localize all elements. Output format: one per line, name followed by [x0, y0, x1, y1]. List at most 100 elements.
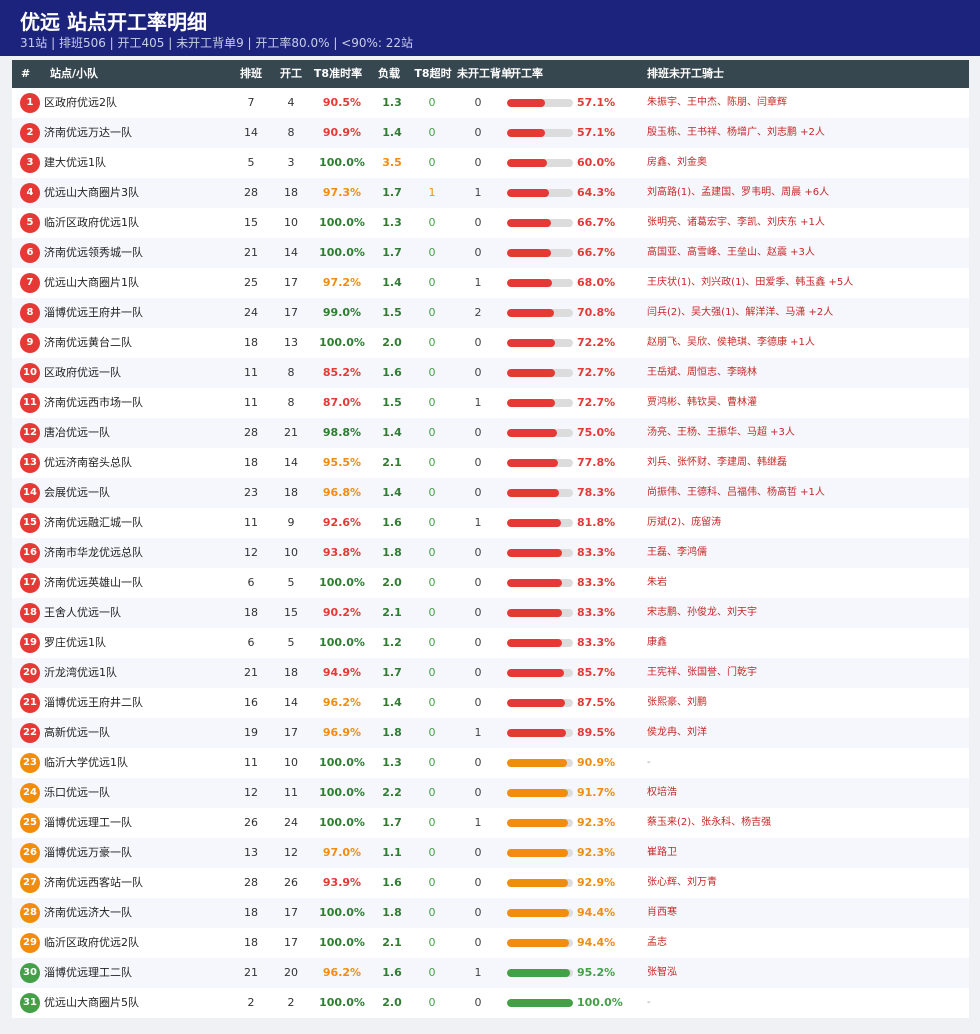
- rate-progress-bar: [507, 159, 573, 167]
- station-name[interactable]: 济南优远英雄山一队: [44, 568, 143, 598]
- start-count: 14: [284, 246, 298, 259]
- start-rate-text: 57.1%: [577, 126, 616, 139]
- t8-ontime-rate: 100.0%: [319, 246, 365, 259]
- station-name[interactable]: 临沂区政府优远1队: [44, 208, 139, 238]
- page-header: 优远 站点开工率明细 31站 | 排班506 | 开工405 | 未开工背单9 …: [0, 0, 980, 56]
- shift-count: 6: [247, 636, 255, 649]
- station-name[interactable]: 优远济南窑头总队: [44, 448, 132, 478]
- rank-badge: 20: [20, 663, 40, 683]
- load-value: 1.4: [382, 126, 402, 139]
- station-name[interactable]: 淄博优远理工二队: [44, 958, 132, 988]
- shift-count: 23: [244, 486, 258, 499]
- station-name[interactable]: 济南优远融汇城一队: [44, 508, 143, 538]
- station-name[interactable]: 淄博优远王府井一队: [44, 298, 143, 328]
- station-name[interactable]: 罗庄优远1队: [44, 628, 106, 658]
- rate-progress-bar: [507, 579, 573, 587]
- t8-ontime-rate: 96.2%: [322, 696, 362, 709]
- station-name[interactable]: 优远山大商圈片5队: [44, 988, 139, 1018]
- shift-count: 21: [244, 966, 258, 979]
- rank-badge: 1: [20, 93, 40, 113]
- t8-overtime-count: 0: [428, 636, 436, 649]
- station-name[interactable]: 王舍人优远一队: [44, 598, 121, 628]
- station-name[interactable]: 建大优远1队: [44, 148, 106, 178]
- load-value: 2.0: [382, 336, 402, 349]
- unstarted-riders: 崔路卫: [647, 847, 677, 858]
- unstarted-riders: 肖西寒: [647, 907, 677, 918]
- start-rate-text: 72.2%: [577, 336, 616, 349]
- station-name[interactable]: 区政府优远一队: [44, 358, 121, 388]
- load-value: 1.7: [382, 186, 402, 199]
- station-name[interactable]: 会展优远一队: [44, 478, 110, 508]
- rate-progress-fill: [507, 99, 545, 107]
- station-name[interactable]: 泺口优远一队: [44, 778, 110, 808]
- shift-count: 28: [244, 186, 258, 199]
- not-started-count: 0: [474, 246, 482, 259]
- col-t8over-header: T8超时: [414, 67, 452, 80]
- rank-badge: 13: [20, 453, 40, 473]
- t8-overtime-count: 0: [428, 306, 436, 319]
- shift-count: 7: [247, 96, 255, 109]
- station-name[interactable]: 区政府优远2队: [44, 88, 117, 118]
- rate-progress-fill: [507, 669, 564, 677]
- not-started-count: 1: [474, 816, 482, 829]
- shift-count: 25: [244, 276, 258, 289]
- rate-progress-fill: [507, 939, 570, 947]
- t8-overtime-count: 0: [428, 276, 436, 289]
- station-name[interactable]: 临沂区政府优远2队: [44, 928, 139, 958]
- station-name[interactable]: 唐冶优远一队: [44, 418, 110, 448]
- station-name[interactable]: 济南优远西客站一队: [44, 868, 143, 898]
- station-name[interactable]: 沂龙湾优远1队: [44, 658, 117, 688]
- station-name[interactable]: 济南优远黄台二队: [44, 328, 132, 358]
- load-value: 3.5: [382, 156, 402, 169]
- unstarted-riders: 蔡玉来(2)、张永科、杨吉强: [647, 817, 772, 828]
- rate-progress-bar: [507, 519, 573, 527]
- col-start-header: 开工: [280, 67, 302, 80]
- start-rate-text: 75.0%: [577, 426, 616, 439]
- start-count: 17: [284, 306, 298, 319]
- rate-progress-fill: [507, 819, 568, 827]
- not-started-count: 0: [474, 936, 482, 949]
- rate-progress-fill: [507, 879, 569, 887]
- rate-progress-bar: [507, 849, 573, 857]
- not-started-count: 0: [474, 546, 482, 559]
- rate-progress-bar: [507, 399, 573, 407]
- start-rate-text: 91.7%: [577, 786, 616, 799]
- rate-progress-fill: [507, 969, 570, 977]
- station-name[interactable]: 济南优远西市场一队: [44, 388, 143, 418]
- load-value: 2.1: [382, 936, 402, 949]
- station-name[interactable]: 淄博优远万豪一队: [44, 838, 132, 868]
- table-row: 13 优远济南窑头总队 18 14 95.5% 2.1 0 0 77.8% 刘兵、张怀财、李建周、…: [12, 448, 969, 478]
- rank-badge: 24: [20, 783, 40, 803]
- not-started-count: 0: [474, 636, 482, 649]
- start-rate-text: 57.1%: [577, 96, 616, 109]
- t8-ontime-rate: 100.0%: [319, 756, 365, 769]
- station-name[interactable]: 济南优远济大一队: [44, 898, 132, 928]
- station-name[interactable]: 淄博优远王府井二队: [44, 688, 143, 718]
- start-count: 5: [287, 636, 295, 649]
- station-name[interactable]: 优远山大商圈片3队: [44, 178, 139, 208]
- table-row: 28 济南优远济大一队 18 17 100.0% 1.8 0 0 94.4% 肖西寒: [12, 898, 969, 928]
- shift-count: 18: [244, 456, 258, 469]
- station-table: # 站点/小队 排班 开工 T8准时率 负载 T8超时 未开工背单 开工率 排班…: [12, 60, 969, 1018]
- station-name[interactable]: 淄博优远理工一队: [44, 808, 132, 838]
- start-rate-text: 83.3%: [577, 546, 616, 559]
- table-row: 15 济南优远融汇城一队 11 9 92.6% 1.6 0 1 81.8% 厉斌(2)、庞留涛: [12, 508, 969, 538]
- station-name[interactable]: 高新优远一队: [44, 718, 110, 748]
- t8-overtime-count: 0: [428, 516, 436, 529]
- station-name[interactable]: 济南优远领秀城一队: [44, 238, 143, 268]
- station-name[interactable]: 临沂大学优远1队: [44, 748, 128, 778]
- not-started-count: 0: [474, 786, 482, 799]
- station-name[interactable]: 济南优远万达一队: [44, 118, 132, 148]
- load-value: 2.1: [382, 456, 402, 469]
- station-name[interactable]: 优远山大商圈片1队: [44, 268, 139, 298]
- t8-overtime-count: 0: [428, 876, 436, 889]
- load-value: 1.3: [382, 756, 402, 769]
- rate-progress-fill: [507, 729, 567, 737]
- table-row: 2 济南优远万达一队 14 8 90.9% 1.4 0 0 57.1% 殷玉栋、王书祥、杨增广、刘…: [12, 118, 969, 148]
- table-row: 31 优远山大商圈片5队 2 2 100.0% 2.0 0 0 100.0% -: [12, 988, 969, 1018]
- station-name[interactable]: 济南市华龙优远总队: [44, 538, 143, 568]
- start-rate-text: 83.3%: [577, 606, 616, 619]
- rate-progress-fill: [507, 159, 547, 167]
- start-rate-text: 92.3%: [577, 816, 616, 829]
- table-row: 19 罗庄优远1队 6 5 100.0% 1.2 0 0 83.3% 康鑫: [12, 628, 969, 658]
